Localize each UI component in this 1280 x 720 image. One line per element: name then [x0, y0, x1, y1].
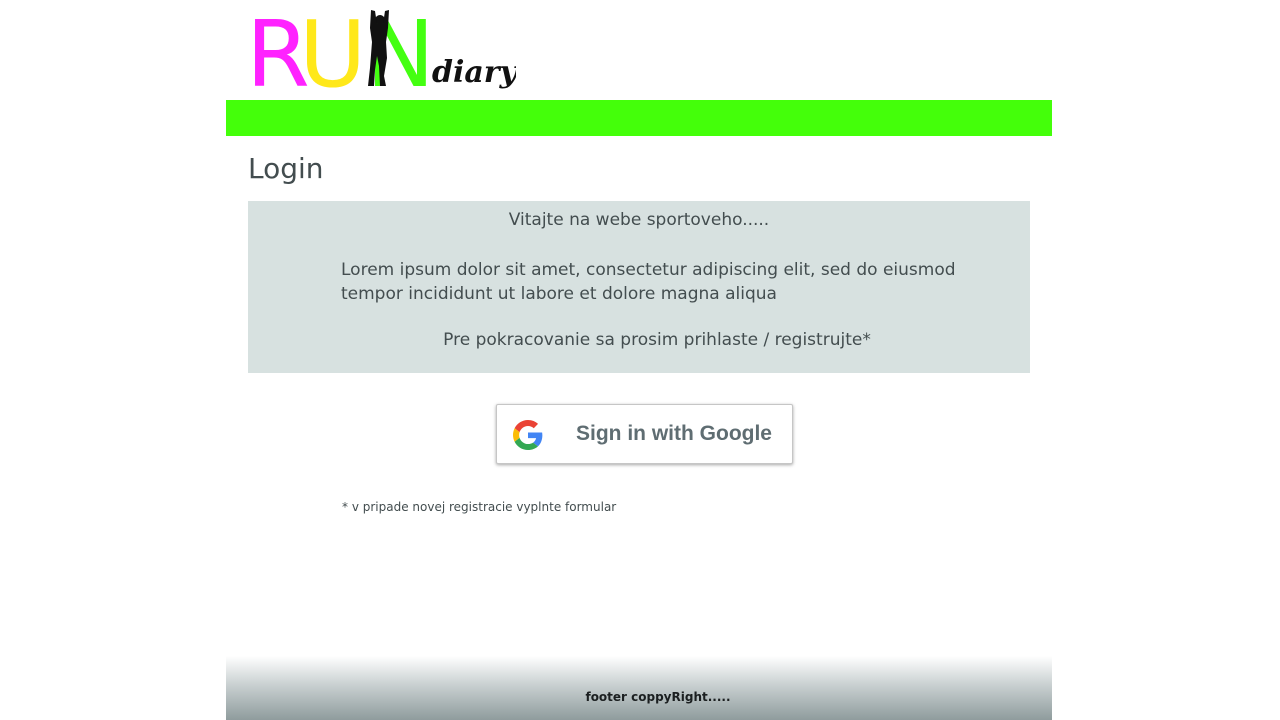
welcome-text: Vitajte na webe sportoveho.....: [508, 210, 770, 230]
google-sign-in-button[interactable]: Sign in with Google: [496, 404, 793, 464]
nav-bar: [226, 100, 1052, 136]
page-title: Login: [248, 152, 324, 185]
footer-copyright: footer coppyRight.....: [585, 690, 731, 704]
page-container: R U N diary Login Vitajte na webe sporto…: [226, 0, 1052, 720]
footer: footer coppyRight.....: [226, 656, 1052, 720]
login-prompt-text: Pre pokracovanie sa prosim prihlaste / r…: [443, 330, 871, 350]
run-diary-logo: R U N diary: [246, 8, 516, 94]
google-sign-in-label: Sign in with Google: [576, 422, 772, 445]
svg-text:diary: diary: [432, 55, 516, 90]
header: R U N diary: [226, 0, 1052, 100]
svg-text:U: U: [299, 8, 366, 94]
lorem-text: Lorem ipsum dolor sit amet, consectetur …: [341, 260, 956, 304]
welcome-info-box: Vitajte na webe sportoveho..... Lorem ip…: [248, 201, 1030, 373]
google-g-icon: [513, 420, 543, 450]
registration-note: * v pripade novej registracie vyplnte fo…: [342, 500, 617, 514]
